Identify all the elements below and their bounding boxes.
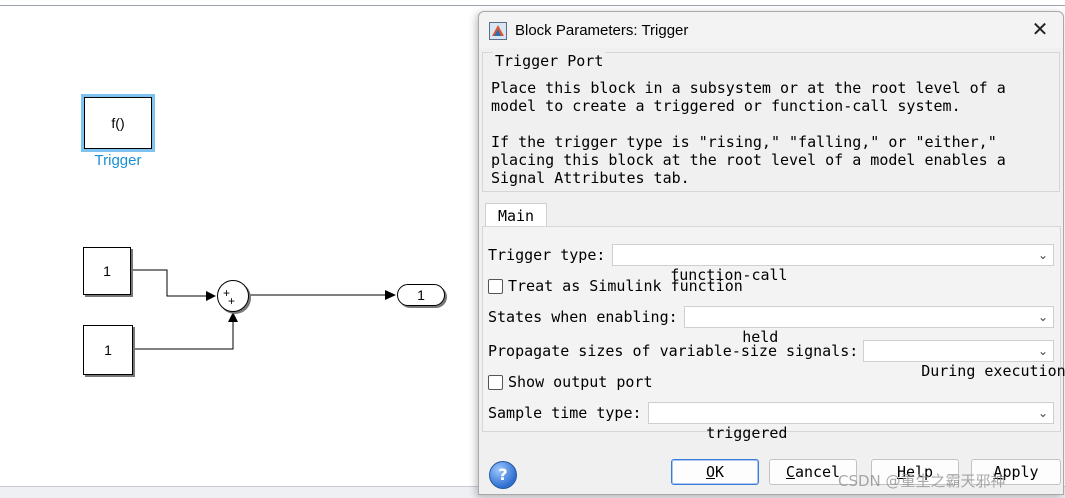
signal-lines (130, 269, 396, 350)
ok-button[interactable]: OK (671, 459, 759, 485)
show-output-port-label: Show output port (508, 373, 653, 391)
propagate-sizes-value: During execution (921, 362, 1065, 380)
trigger-block[interactable]: f() (81, 94, 155, 152)
constant-block-2[interactable]: 1 (83, 325, 133, 375)
sample-time-type-dropdown[interactable]: triggered ⌄ (648, 402, 1054, 442)
close-icon[interactable]: ✕ (1027, 18, 1053, 42)
chevron-down-icon: ⌄ (1037, 406, 1048, 420)
treat-as-simulink-function-label: Treat as Simulink function (508, 277, 743, 295)
cancel-label-rest: ancel (794, 463, 841, 481)
block-parameters-dialog: Block Parameters: Trigger ✕ Trigger Port… (478, 11, 1065, 495)
description-line-1: Place this block in a subsystem or at th… (491, 79, 1006, 97)
dialog-title: Block Parameters: Trigger (515, 22, 689, 39)
constant-block-1[interactable]: 1 (83, 247, 131, 295)
ok-mnemonic: O (705, 463, 715, 481)
trigger-type-label: Trigger type: (488, 246, 606, 264)
apply-label-rest: pply (1002, 463, 1039, 481)
dialog-titlebar[interactable]: Block Parameters: Trigger ✕ (479, 12, 1063, 48)
trigger-block-text: f() (111, 115, 125, 131)
sample-time-type-label: Sample time type: (488, 404, 642, 422)
treat-as-simulink-function-checkbox[interactable] (488, 279, 503, 294)
show-output-port-checkbox[interactable] (488, 375, 503, 390)
main-tab-panel: Trigger type: function-call ⌄ Treat as S… (482, 226, 1065, 442)
help-icon[interactable]: ? (489, 461, 517, 489)
description-line-5: Signal Attributes tab. (491, 169, 690, 187)
constant-2-value: 1 (104, 342, 112, 358)
description-line-3: If the trigger type is "rising," "fallin… (491, 133, 997, 151)
arrowhead-outport (385, 290, 396, 300)
csdn-watermark: CSDN @重生之霸天邪神 (838, 472, 1006, 490)
states-when-enabling-label: States when enabling: (488, 308, 678, 326)
chevron-down-icon: ⌄ (1037, 248, 1048, 262)
simulink-app-icon (489, 22, 507, 40)
cancel-mnemonic: C (785, 463, 795, 481)
chevron-down-icon: ⌄ (1037, 310, 1048, 324)
signal-line-const1-to-sum (130, 269, 214, 297)
constant-1-value: 1 (103, 263, 111, 279)
signal-line-const2-to-sum (132, 316, 234, 350)
tab-main[interactable]: Main (485, 203, 547, 228)
arrowhead-sum-input-2 (228, 312, 238, 322)
chevron-down-icon: ⌄ (1037, 344, 1048, 358)
trigger-port-description-group: Trigger Port Place this block in a subsy… (482, 52, 1060, 192)
propagate-sizes-dropdown[interactable]: During execution ⌄ (863, 340, 1065, 380)
description-line-4: placing this block at the root level of … (491, 151, 1006, 169)
outport-number: 1 (417, 287, 425, 303)
propagate-sizes-label: Propagate sizes of variable-size signals… (488, 342, 859, 360)
states-when-enabling-dropdown[interactable]: held ⌄ (684, 306, 1054, 346)
arrowhead-sum-input-1 (206, 291, 216, 301)
sample-time-type-value: triggered (706, 424, 788, 442)
sum-block[interactable]: + + (217, 280, 249, 312)
ok-label-rest: K (715, 463, 725, 481)
sum-sign-bottom: + (228, 294, 236, 308)
trigger-block-label[interactable]: Trigger (84, 152, 152, 169)
group-title: Trigger Port (493, 52, 606, 70)
trigger-type-dropdown[interactable]: function-call ⌄ (612, 244, 1054, 284)
outport-block[interactable]: 1 (397, 284, 445, 306)
description-line-2: model to create a triggered or function-… (491, 97, 961, 115)
